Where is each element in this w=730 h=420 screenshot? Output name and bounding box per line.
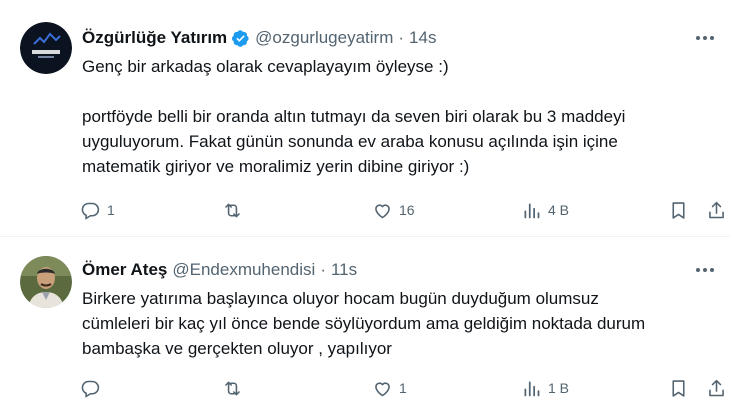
- like-count: 16: [399, 202, 415, 218]
- share-icon: [709, 201, 724, 218]
- retweet-icon: [225, 203, 240, 217]
- views-button[interactable]: 4 B: [521, 197, 569, 223]
- tweet-line: cümleleri bir kaç yıl önce bende söylüyo…: [82, 314, 646, 333]
- like-button[interactable]: 16: [372, 197, 415, 223]
- separator-dot: ·: [398, 28, 405, 47]
- tweet-header: Ömer Ateş @Endexmuhendisi · 11s: [82, 259, 357, 281]
- bookmark-button[interactable]: [668, 197, 689, 223]
- tweet-line: uyguluyorum. Fakat günün sonunda ev arab…: [82, 132, 618, 151]
- heart-icon: [375, 203, 390, 218]
- views-button[interactable]: 1 B: [521, 375, 569, 401]
- tweet-line: Genç bir arkadaş olarak cevaplayayım öyl…: [82, 57, 449, 76]
- reply-button[interactable]: [80, 375, 107, 401]
- share-button[interactable]: [706, 375, 727, 401]
- avatar[interactable]: [20, 22, 72, 74]
- retweet-icon: [225, 381, 240, 395]
- display-name[interactable]: Özgürlüğe Yatırım: [82, 28, 227, 48]
- views-count: 1 B: [548, 380, 570, 396]
- handle[interactable]: @Endexmuhendisi: [172, 260, 315, 280]
- bookmark-button[interactable]: [668, 375, 689, 401]
- avatar[interactable]: [20, 256, 72, 308]
- tweet-line: Birkere yatırıma başlayınca oluyor hocam…: [82, 289, 599, 308]
- heart-icon: [375, 381, 390, 396]
- more-icon[interactable]: [694, 27, 716, 49]
- verified-badge-icon: [231, 29, 250, 48]
- reply-button[interactable]: 1: [80, 197, 115, 223]
- bookmark-icon: [672, 379, 685, 397]
- views-icon: [524, 381, 540, 396]
- views-icon: [524, 203, 540, 218]
- tweet[interactable]: Ömer Ateş @Endexmuhendisi · 11s Birkere …: [0, 237, 730, 420]
- tweet-text: Genç bir arkadaş olarak cevaplayayım öyl…: [82, 54, 722, 179]
- timestamp[interactable]: 14s: [409, 28, 436, 48]
- bookmark-icon: [672, 201, 685, 219]
- views-count: 4 B: [548, 202, 570, 218]
- more-icon[interactable]: [694, 259, 716, 281]
- retweet-button[interactable]: [222, 375, 249, 401]
- separator-dot: ·: [320, 260, 326, 279]
- handle[interactable]: @ozgurlugeyatirm: [255, 28, 393, 48]
- like-button[interactable]: 1: [372, 375, 407, 401]
- tweet-line: portföyde belli bir oranda altın tutmayı…: [82, 107, 626, 126]
- reply-icon: [81, 380, 100, 398]
- tweet-text: Birkere yatırıma başlayınca oluyor hocam…: [82, 286, 722, 361]
- tweet[interactable]: Özgürlüğe Yatırım @ozgurlugeyatirm · 14s…: [0, 0, 730, 236]
- tweet-actions: 1 16 4 B: [74, 197, 724, 223]
- retweet-button[interactable]: [222, 197, 249, 223]
- tweet-actions: 1 1 B: [74, 375, 724, 401]
- reply-icon: [81, 202, 100, 220]
- share-button[interactable]: [706, 197, 727, 223]
- timestamp[interactable]: 11s: [331, 260, 357, 280]
- tweet-line: bambaşka ve gerçekten oluyor , yapılıyor: [82, 339, 392, 358]
- tweet-line: matematik giriyor ve moralimiz yerin dib…: [82, 157, 470, 176]
- tweet-header: Özgürlüğe Yatırım @ozgurlugeyatirm · 14s: [82, 27, 436, 49]
- reply-count: 1: [107, 202, 115, 218]
- like-count: 1: [399, 380, 407, 396]
- display-name[interactable]: Ömer Ateş: [82, 260, 167, 280]
- share-icon: [709, 379, 724, 396]
